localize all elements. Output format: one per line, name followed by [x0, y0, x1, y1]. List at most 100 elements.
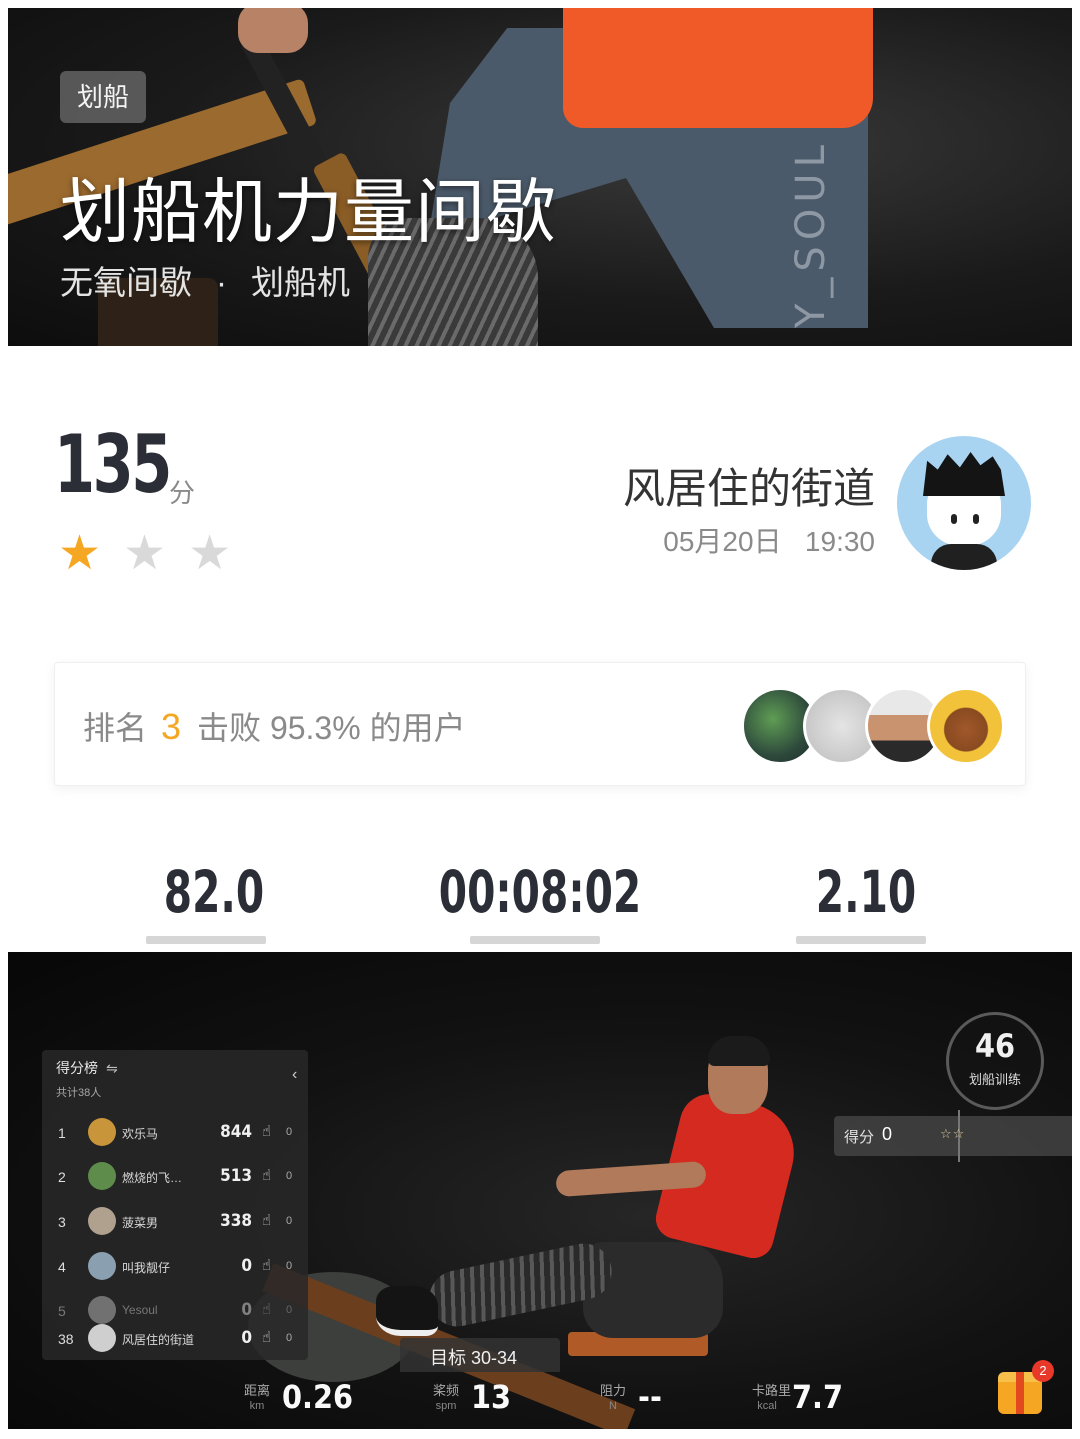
- row-avatar: [88, 1118, 116, 1146]
- row-rank: 1: [58, 1125, 66, 1141]
- like-hand-icon[interactable]: ☝: [262, 1211, 271, 1229]
- row-likes: 0: [286, 1304, 293, 1316]
- stat-value-1: 82.0: [163, 858, 265, 926]
- row-likes: 0: [286, 1126, 293, 1138]
- row-avatar: [88, 1207, 116, 1235]
- course-title: 划船机力量间歇: [60, 173, 557, 251]
- leaderboard-title-text: 得分榜: [56, 1060, 98, 1076]
- rank-avatar-4: [927, 687, 1005, 765]
- metric-unit: N: [609, 1400, 617, 1412]
- workout-date: 05月20日: [663, 526, 782, 557]
- live-score-stars: ☆☆: [940, 1126, 966, 1141]
- leaderboard-row: 5 Yesoul 0 ☝ 0: [42, 1296, 308, 1326]
- row-rank: 38: [58, 1331, 74, 1347]
- stat-label-1-clipped: [146, 936, 266, 944]
- gift-count-badge: 2: [1032, 1360, 1054, 1382]
- timer-value: 46: [974, 1027, 1016, 1065]
- metric-name: 距离: [243, 1383, 270, 1398]
- row-rank: 2: [58, 1169, 66, 1185]
- metric-value: --: [638, 1378, 662, 1416]
- leaderboard-row: 2 燃烧的飞… 513 ☝ 0: [42, 1162, 308, 1192]
- coach-shoe: [376, 1286, 438, 1336]
- like-hand-icon[interactable]: ☝: [262, 1166, 271, 1184]
- course-equipment: 划船机: [251, 264, 350, 301]
- row-score: 0: [241, 1328, 252, 1348]
- timer-label: 划船训练: [968, 1072, 1021, 1087]
- stat-label-3-clipped: [796, 936, 926, 944]
- row-name: 风居住的街道: [122, 1333, 195, 1347]
- swap-icon[interactable]: ⇋: [106, 1060, 118, 1076]
- live-score-bar: 得分 0 ☆☆: [834, 1110, 1072, 1162]
- live-leaderboard: 得分榜 ⇋ 共计38人 ‹ 1 欢乐马 844 ☝ 0 2 燃烧的飞… 513 ☝ 0 3 菠菜男 338…: [42, 1050, 308, 1360]
- like-hand-icon[interactable]: ☝: [262, 1256, 271, 1274]
- coach-hair: [708, 1036, 770, 1066]
- workout-time: 19:30: [804, 526, 875, 557]
- leaderboard-row: 1 欢乐马 844 ☝ 0: [42, 1118, 308, 1148]
- star-empty-icon: ★: [188, 527, 232, 580]
- top-users-avatars: [741, 687, 1005, 765]
- metric-value: 13: [471, 1378, 512, 1416]
- stat-value-2: 00:08:02: [438, 858, 642, 926]
- row-name: Yesoul: [122, 1303, 158, 1317]
- course-hero-banner: Y_SOUL 划船 划船机力量间歇 无氧间歇 · 划船机: [8, 8, 1072, 346]
- metric-unit: km: [249, 1400, 265, 1412]
- course-subtitle: 无氧间歇 · 划船机: [60, 256, 350, 304]
- stat-value-3: 2.10: [815, 858, 917, 926]
- like-hand-icon[interactable]: ☝: [262, 1122, 271, 1140]
- leaderboard-row: 3 菠菜男 338 ☝ 0: [42, 1207, 308, 1237]
- subtitle-separator: ·: [216, 264, 227, 301]
- metric-name: 桨频: [432, 1383, 459, 1398]
- beat-percentage-text: 击败 95.3% 的用户: [197, 710, 466, 746]
- row-score: 338: [220, 1211, 252, 1231]
- metric-name: 阻力: [599, 1383, 626, 1398]
- row-likes: 0: [286, 1260, 293, 1272]
- avatar-body: [931, 544, 997, 570]
- workout-datetime: 05月20日 19:30: [663, 520, 875, 560]
- participant-count: 共计38人: [56, 1087, 102, 1099]
- athlete-hand: [238, 8, 308, 53]
- metric-value: 0.26: [282, 1378, 354, 1416]
- row-rank: 3: [58, 1214, 66, 1230]
- star-empty-icon: ★: [123, 527, 167, 580]
- avatar-eye-right: [973, 514, 979, 524]
- row-name: 菠菜男: [122, 1216, 159, 1230]
- row-avatar: [88, 1324, 116, 1352]
- score-value: 135: [54, 418, 172, 511]
- stat-label-2-clipped: [470, 936, 600, 944]
- row-likes: 0: [286, 1332, 293, 1344]
- like-hand-icon[interactable]: ☝: [262, 1328, 271, 1346]
- user-avatar[interactable]: [897, 436, 1031, 570]
- avatar-eye-left: [951, 514, 957, 524]
- row-score: 844: [220, 1122, 252, 1142]
- row-name: 燃烧的飞…: [122, 1171, 183, 1185]
- collapse-chevron-icon[interactable]: ‹: [292, 1066, 297, 1084]
- live-score-label: 得分: [844, 1129, 875, 1146]
- row-avatar: [88, 1162, 116, 1190]
- like-hand-icon[interactable]: ☝: [262, 1300, 271, 1318]
- metric-unit: spm: [435, 1400, 457, 1412]
- rank-label: 排名: [83, 710, 148, 746]
- course-type: 无氧间歇: [60, 264, 192, 301]
- star-rating: ★ ★ ★: [58, 530, 231, 578]
- row-score: 513: [220, 1166, 252, 1186]
- row-avatar: [88, 1296, 116, 1324]
- metric-value: 7.7: [792, 1378, 843, 1416]
- category-tag: 划船: [60, 71, 147, 123]
- live-score-value: 0: [882, 1124, 893, 1144]
- row-score: 0: [241, 1256, 252, 1276]
- session-timer-circle: 46 划船训练: [946, 1012, 1044, 1110]
- metric-unit: kcal: [757, 1400, 777, 1412]
- workout-video-screenshot: 得分榜 ⇋ 共计38人 ‹ 1 欢乐马 844 ☝ 0 2 燃烧的飞… 513 ☝ 0 3 菠菜男 338…: [8, 952, 1072, 1429]
- row-rank: 5: [58, 1303, 66, 1319]
- score-unit: 分: [169, 479, 196, 509]
- leaderboard-row: 38 风居住的街道 0 ☝ 0: [42, 1324, 308, 1354]
- target-cadence-text: 目标 30-34: [430, 1348, 518, 1368]
- target-cadence: 目标 30-34: [400, 1338, 560, 1372]
- leaderboard-row: 4 叫我靓仔 0 ☝ 0: [42, 1252, 308, 1282]
- row-score: 0: [241, 1300, 252, 1320]
- rank-value: 3: [161, 706, 182, 747]
- ranking-card[interactable]: 排名 3 击败 95.3% 的用户: [54, 662, 1026, 786]
- row-name: 欢乐马: [122, 1127, 159, 1141]
- athlete-shirt: [563, 8, 873, 128]
- metric-name: 卡路里: [752, 1383, 792, 1398]
